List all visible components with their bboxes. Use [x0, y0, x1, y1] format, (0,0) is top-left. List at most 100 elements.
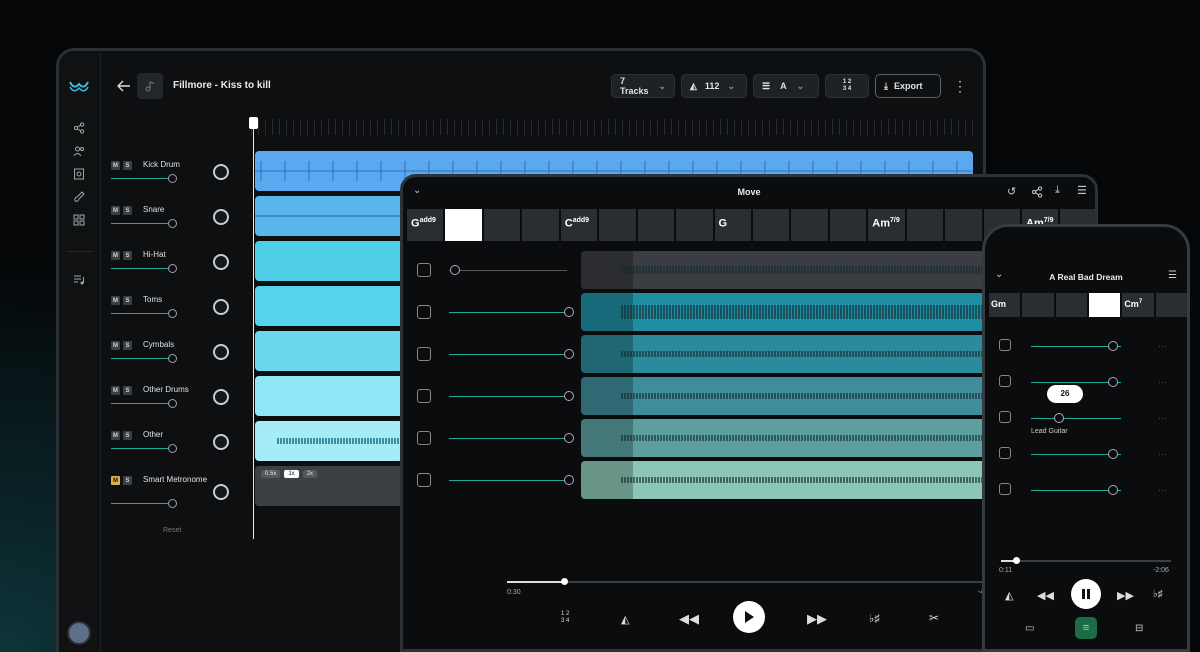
list-music-icon[interactable]	[72, 273, 86, 287]
chord-cell[interactable]	[1055, 293, 1087, 317]
menu-icon[interactable]: ☰	[1168, 270, 1177, 281]
play-button[interactable]	[733, 601, 765, 633]
track-waveform[interactable]	[581, 377, 991, 415]
chord-cell[interactable]	[522, 209, 559, 241]
pan-knob[interactable]	[213, 254, 229, 270]
volume-handle[interactable]	[168, 174, 177, 183]
undo-icon[interactable]: ↺	[1007, 185, 1016, 198]
chord-cell[interactable]	[637, 209, 675, 241]
share-icon[interactable]	[1031, 185, 1043, 203]
scissors-icon[interactable]: ✂	[929, 611, 939, 625]
volume-fader[interactable]	[111, 403, 173, 404]
share-icon[interactable]	[72, 121, 86, 135]
track-waveform[interactable]	[581, 419, 991, 457]
more-icon[interactable]: ···	[1158, 485, 1167, 495]
pan-knob[interactable]	[213, 299, 229, 315]
pan-knob[interactable]	[213, 389, 229, 405]
pan-knob[interactable]	[213, 164, 229, 180]
download-icon[interactable]: ⤓	[1055, 184, 1060, 197]
lane-other[interactable]	[255, 421, 405, 461]
more-icon[interactable]: ···	[1158, 449, 1167, 459]
chord-cell[interactable]: G	[714, 209, 751, 241]
tempo-dropdown[interactable]: ◭ 112 ⌄	[681, 74, 747, 98]
mute-button[interactable]: M	[111, 296, 120, 305]
chord-cursor[interactable]	[1088, 293, 1121, 317]
transpose-icon[interactable]: ♭♯	[869, 612, 880, 625]
volume-fader[interactable]	[111, 223, 173, 224]
volume-handle[interactable]	[168, 354, 177, 363]
volume-handle[interactable]	[168, 264, 177, 273]
volume-handle[interactable]	[168, 499, 177, 508]
volume-handle[interactable]	[1108, 341, 1118, 351]
chord-cell[interactable]: Cadd9	[560, 209, 598, 241]
app-icon[interactable]	[72, 167, 86, 181]
more-icon[interactable]: ···	[1158, 413, 1167, 423]
pan-knob[interactable]	[213, 209, 229, 225]
progress-bar[interactable]	[507, 578, 987, 585]
guitar-icon[interactable]	[72, 190, 86, 204]
volume-handle[interactable]	[168, 309, 177, 318]
pan-knob[interactable]	[213, 434, 229, 450]
speed-option[interactable]: 1x	[284, 470, 299, 478]
track-waveform[interactable]	[581, 293, 991, 331]
volume-fader[interactable]	[1031, 418, 1121, 419]
mute-button[interactable]: M	[111, 251, 120, 260]
playhead-handle[interactable]	[249, 117, 258, 129]
chord-cell[interactable]	[1155, 293, 1187, 317]
chord-cell[interactable]	[906, 209, 944, 241]
mixer-icon[interactable]: ≡	[1075, 617, 1097, 639]
rewind-icon[interactable]: ◀◀	[1037, 589, 1054, 602]
speed-option[interactable]: 0.5x	[261, 470, 281, 478]
rewind-icon[interactable]: ◀◀	[679, 611, 699, 627]
pan-knob[interactable]	[213, 484, 229, 500]
chord-cell[interactable]	[829, 209, 867, 241]
tracks-dropdown[interactable]: 7 Tracks ⌄	[611, 74, 675, 98]
solo-button[interactable]: S	[123, 386, 132, 395]
volume-handle[interactable]	[1108, 377, 1118, 387]
drum-icon[interactable]: ⊟	[1135, 623, 1143, 634]
solo-button[interactable]: S	[123, 251, 132, 260]
lane-toms[interactable]	[255, 286, 403, 326]
timeline-ruler[interactable]	[251, 119, 973, 135]
volume-handle[interactable]	[1108, 449, 1118, 459]
volume-handle[interactable]	[1054, 413, 1064, 423]
lane-cymbals[interactable]	[255, 331, 403, 371]
metronome-icon[interactable]: ◭	[621, 613, 629, 626]
time-signature-button[interactable]: 1 23 4	[561, 611, 569, 625]
track-waveform[interactable]	[581, 335, 991, 373]
chord-cursor[interactable]	[445, 209, 482, 241]
chord-cell[interactable]: Gadd9	[407, 209, 444, 241]
solo-button[interactable]: S	[123, 206, 132, 215]
chord-cell[interactable]	[791, 209, 828, 241]
solo-button[interactable]: S	[123, 476, 132, 485]
time-signature-dropdown[interactable]: 1 23 4	[825, 74, 869, 98]
menu-icon[interactable]: ☰	[1077, 184, 1087, 197]
export-button[interactable]: ⤓ Export	[875, 74, 941, 98]
chord-cell[interactable]: Am7/9	[868, 209, 905, 241]
track-waveform[interactable]	[581, 251, 991, 289]
volume-fader[interactable]	[449, 396, 567, 397]
forward-icon[interactable]: ▶▶	[1117, 589, 1134, 602]
mute-button[interactable]: M	[111, 341, 120, 350]
solo-button[interactable]: S	[123, 161, 132, 170]
metronome-icon[interactable]: ◭	[1005, 589, 1013, 602]
chord-cell[interactable]	[1022, 293, 1054, 317]
volume-handle[interactable]	[168, 399, 177, 408]
volume-fader[interactable]	[449, 438, 567, 439]
solo-button[interactable]: S	[123, 341, 132, 350]
mute-button[interactable]: M	[111, 161, 120, 170]
pause-button[interactable]	[1071, 579, 1101, 609]
volume-handle[interactable]	[564, 391, 574, 401]
volume-fader[interactable]	[111, 268, 173, 269]
more-vert-icon[interactable]: ⋮	[953, 78, 967, 95]
volume-handle[interactable]	[564, 349, 574, 359]
volume-fader[interactable]	[111, 313, 173, 314]
volume-handle[interactable]	[564, 475, 574, 485]
speed-option[interactable]: 2x	[302, 470, 318, 478]
progress-handle[interactable]	[1013, 557, 1020, 564]
volume-fader[interactable]	[111, 178, 173, 179]
volume-fader[interactable]	[111, 448, 173, 449]
mute-button[interactable]: M	[111, 386, 120, 395]
chord-timeline[interactable]: Gm Cm7	[989, 293, 1187, 317]
volume-fader[interactable]	[449, 312, 567, 313]
